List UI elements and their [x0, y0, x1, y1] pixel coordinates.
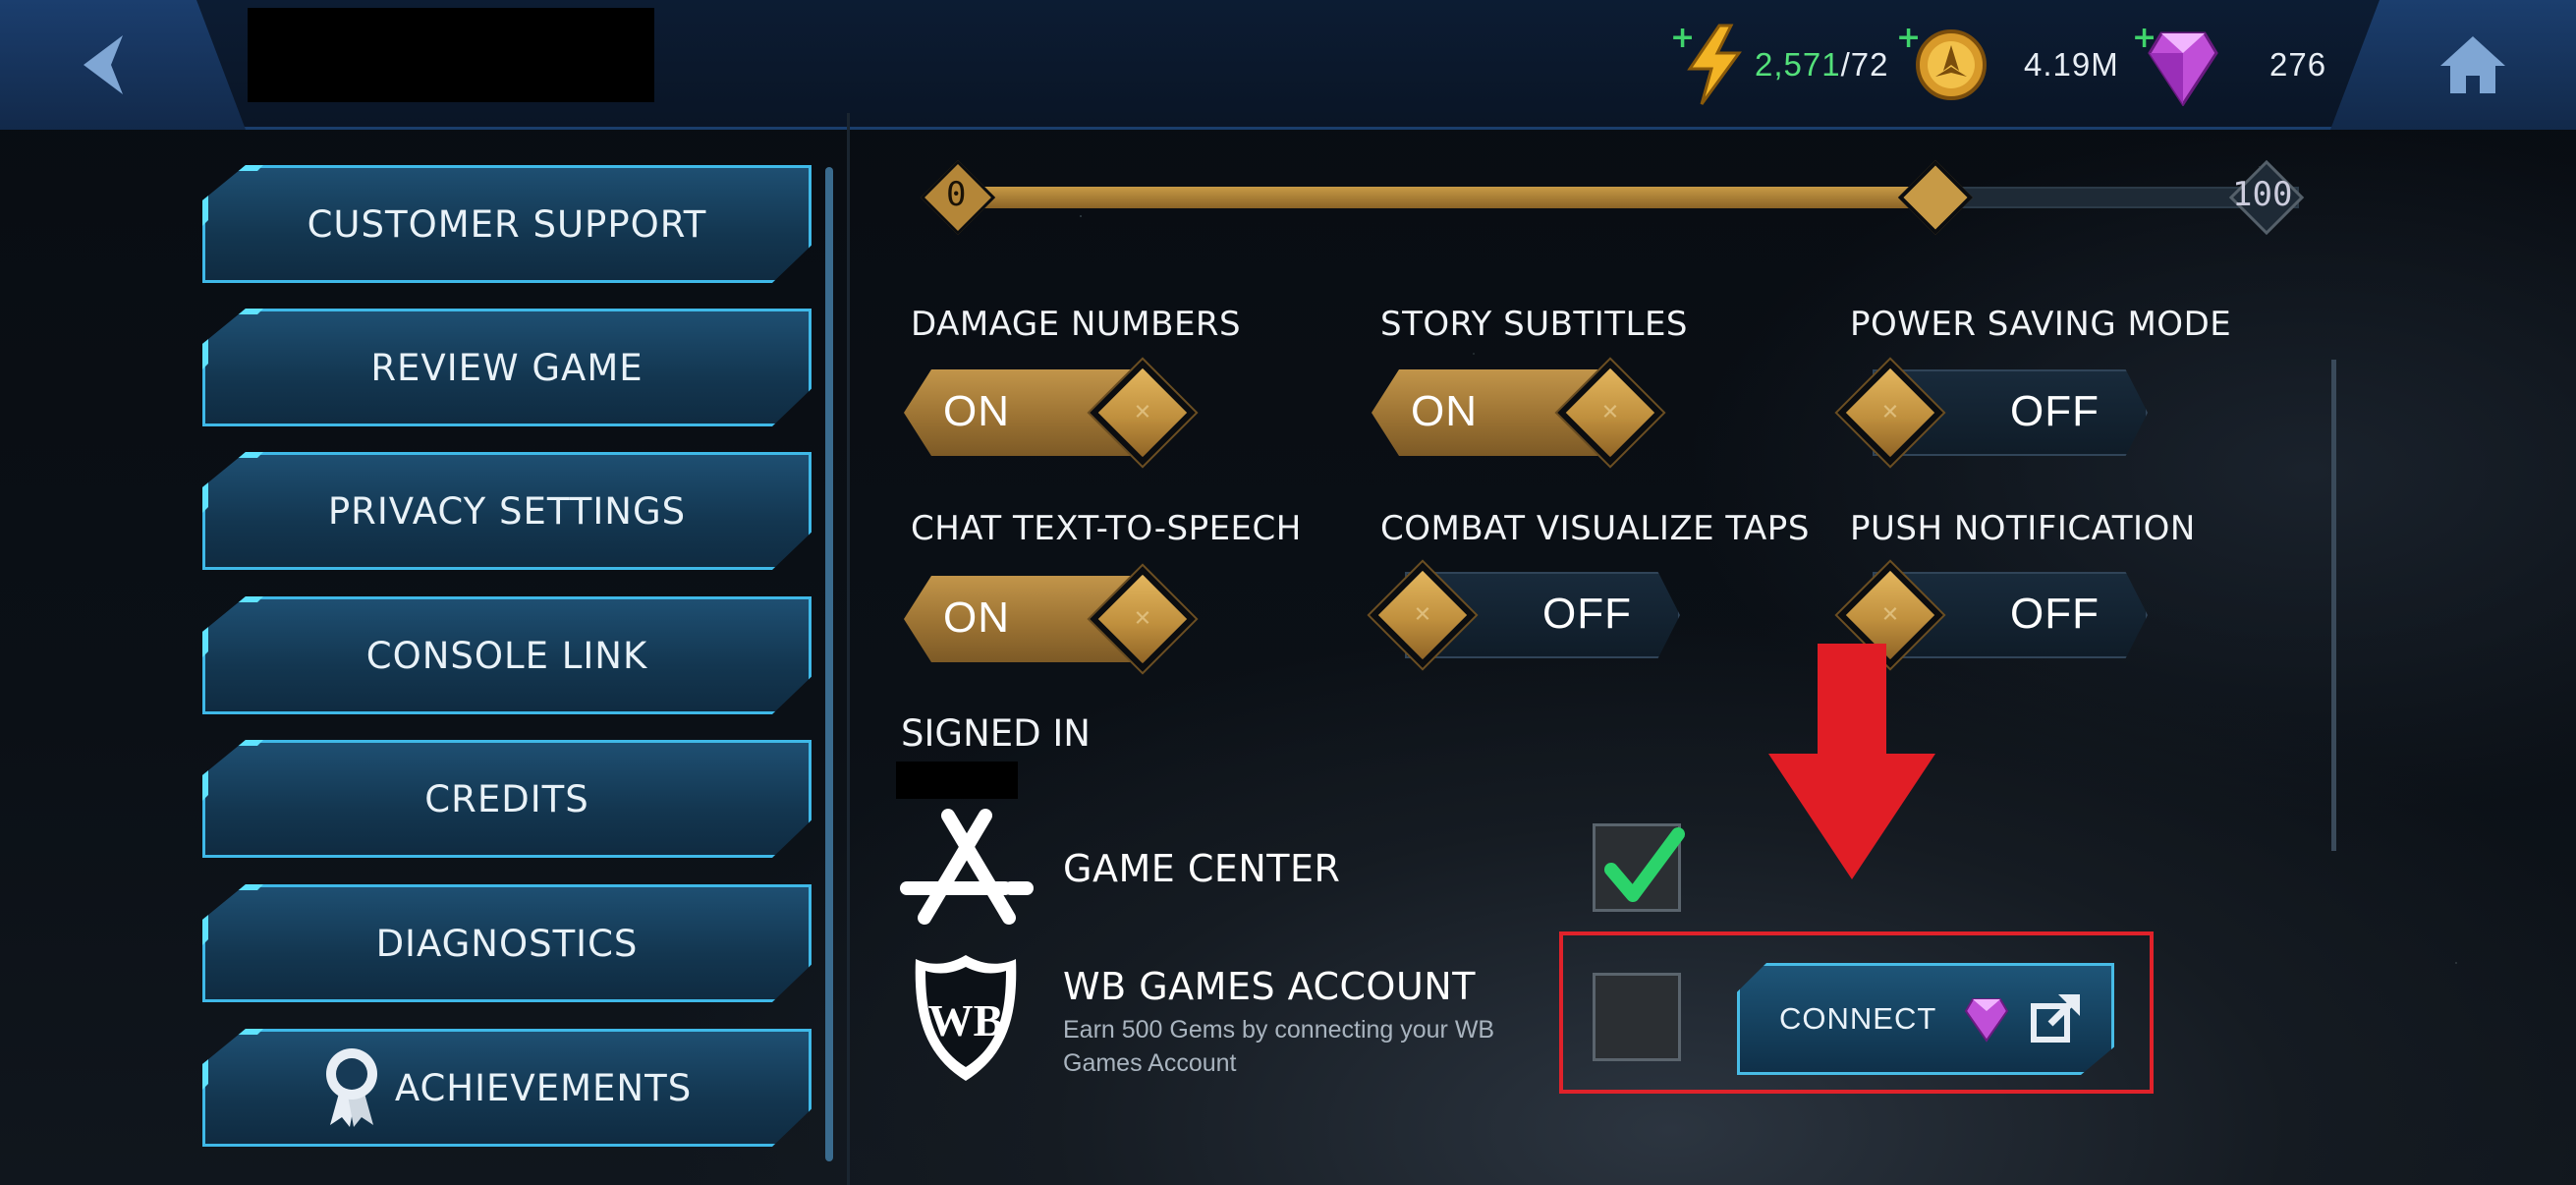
chat-text-to-speech-toggle[interactable]: ON: [904, 566, 1208, 672]
svg-text:WB: WB: [928, 995, 1004, 1045]
menu-scrollbar[interactable]: [825, 167, 833, 1161]
menu-item-label: DIAGNOSTICS: [375, 922, 639, 965]
menu-item-label: CONSOLE LINK: [365, 634, 648, 677]
power-saving-mode-toggle[interactable]: OFF: [1837, 360, 2148, 466]
damage-numbers-toggle[interactable]: ON: [904, 360, 1208, 466]
console-link-button[interactable]: CONSOLE LINK: [202, 596, 812, 714]
external-link-icon: [2031, 994, 2081, 1043]
top-bar: + 2,571/72 + 4.19M + 276: [0, 0, 2576, 130]
volume-slider-fill: [963, 187, 1938, 208]
energy-current: 2,571: [1755, 46, 1841, 83]
game-center-checkbox[interactable]: [1593, 823, 1685, 912]
credits-button[interactable]: CREDITS: [202, 740, 812, 858]
volume-slider-knob[interactable]: [1897, 159, 1974, 236]
connect-button[interactable]: CONNECT: [1737, 963, 2114, 1075]
power-saving-mode-label: POWER SAVING MODE: [1850, 305, 2232, 344]
gem-icon: [1965, 998, 2009, 1043]
home-icon: [2440, 36, 2505, 93]
toggle-state: ON: [1411, 387, 1478, 435]
menu-item-label: CUSTOMER SUPPORT: [307, 202, 707, 246]
game-center-label: GAME CENTER: [1063, 847, 1341, 890]
wb-games-account-label: WB GAMES ACCOUNT: [1063, 965, 1476, 1008]
signed-in-heading: SIGNED IN: [901, 712, 1091, 755]
damage-numbers-label: DAMAGE NUMBERS: [911, 305, 1242, 344]
wb-shield-icon: WB: [915, 955, 1017, 1081]
menu-item-label: PRIVACY SETTINGS: [327, 489, 687, 533]
gem-icon: [2148, 31, 2218, 106]
connect-label: CONNECT: [1779, 1001, 1937, 1036]
diagnostics-button[interactable]: DIAGNOSTICS: [202, 884, 812, 1002]
review-game-button[interactable]: REVIEW GAME: [202, 309, 812, 426]
settings-scrollbar[interactable]: [2331, 360, 2336, 851]
customer-support-button[interactable]: CUSTOMER SUPPORT: [202, 165, 812, 283]
toggle-state: OFF: [2010, 590, 2100, 638]
add-coins-icon[interactable]: +: [1896, 24, 1921, 53]
push-notification-label: PUSH NOTIFICATION: [1850, 509, 2196, 548]
achievements-button[interactable]: ACHIEVEMENTS: [202, 1029, 812, 1147]
chat-text-to-speech-label: CHAT TEXT-TO-SPEECH: [911, 509, 1302, 548]
toggle-state: ON: [943, 387, 1010, 435]
menu-item-label: REVIEW GAME: [370, 346, 644, 389]
combat-visualize-taps-label: COMBAT VISUALIZE TAPS: [1380, 509, 1810, 548]
energy-max: /72: [1840, 46, 1889, 83]
slider-max-label: 100: [2232, 175, 2293, 214]
coins-value: 4.19M: [2024, 46, 2119, 83]
privacy-settings-button[interactable]: PRIVACY SETTINGS: [202, 452, 812, 570]
rosette-icon: [325, 1048, 377, 1127]
toggle-state: OFF: [1542, 590, 1632, 638]
add-gems-icon[interactable]: +: [2132, 24, 2156, 53]
story-subtitles-toggle[interactable]: ON: [1372, 360, 1676, 466]
checkmark-icon: [1604, 827, 1685, 902]
app-store-icon: [900, 809, 1034, 925]
red-arrow-annotation: [1768, 644, 1935, 879]
combat-visualize-taps-toggle[interactable]: OFF: [1370, 562, 1680, 668]
story-subtitles-label: STORY SUBTITLES: [1380, 305, 1689, 344]
coin-icon: [1916, 29, 1987, 100]
gems-value: 276: [2269, 46, 2327, 83]
back-button[interactable]: [0, 0, 246, 130]
menu-item-label: ACHIEVEMENTS: [394, 1066, 693, 1109]
slider-min-label: 0: [946, 175, 967, 214]
menu-item-label: CREDITS: [424, 777, 589, 820]
energy-counter[interactable]: + 2,571/72: [1670, 20, 1888, 110]
wb-games-account-subtitle: Earn 500 Gems by connecting your WB Game…: [1063, 1016, 1495, 1077]
back-arrow-icon: [84, 35, 123, 94]
toggle-state: ON: [943, 593, 1010, 642]
redacted-player-name: [248, 8, 654, 102]
redacted-account-id: [896, 762, 1018, 799]
toggle-state: OFF: [2010, 387, 2100, 435]
home-button[interactable]: [2330, 0, 2576, 130]
gems-counter[interactable]: + 276: [2132, 20, 2326, 110]
panel-divider: [847, 113, 850, 1185]
coins-counter[interactable]: + 4.19M: [1896, 20, 2119, 110]
add-energy-icon[interactable]: +: [1670, 24, 1695, 53]
